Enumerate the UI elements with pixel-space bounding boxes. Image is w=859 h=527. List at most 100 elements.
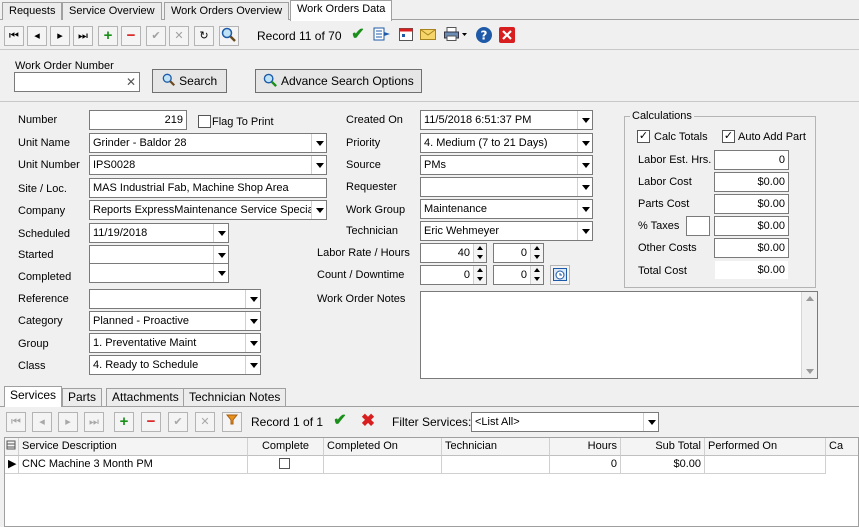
search-button[interactable]: Search [152,69,227,93]
category-select[interactable]: Planned - Proactive [89,311,261,331]
chevron-down-icon[interactable] [311,156,326,174]
chevron-down-icon[interactable] [643,413,658,431]
tab-services[interactable]: Services [4,386,63,407]
clear-icon[interactable]: ✕ [126,73,136,91]
company-select[interactable]: Reports ExpressMaintenance Service Speci… [89,200,327,220]
parts-cost-field[interactable]: $0.00 [714,194,789,214]
reference-select[interactable] [89,289,261,309]
tab-service-overview[interactable]: Service Overview [62,2,162,20]
spinner-arrows-icon[interactable] [473,244,486,262]
work-order-notes-textarea[interactable] [420,291,818,379]
flag-to-print-checkbox[interactable] [198,115,211,128]
started-date-picker[interactable] [89,245,229,265]
chevron-down-icon[interactable] [245,312,260,330]
cell-hours[interactable]: 0 [550,456,621,474]
col-hours[interactable]: Hours [550,438,621,456]
taxes-percent-field[interactable] [686,216,710,236]
notes-scrollbar[interactable] [801,292,817,378]
chevron-down-icon[interactable] [245,334,260,352]
class-select[interactable]: 4. Ready to Schedule [89,355,261,375]
tab-parts[interactable]: Parts [62,388,103,406]
print-button[interactable] [442,26,470,46]
cancel-record-button[interactable]: ✕ [169,26,189,46]
chevron-down-icon[interactable] [577,222,592,240]
source-select[interactable]: PMs [420,155,593,175]
close-button[interactable] [497,26,517,46]
col-ca[interactable]: Ca [826,438,858,456]
services-cancel-button[interactable]: ✕ [195,412,215,432]
requester-select[interactable] [420,177,593,197]
site-field[interactable]: MAS Industrial Fab, Machine Shop Area [89,178,327,198]
first-record-button[interactable]: ⏮ [4,26,24,46]
chevron-down-icon[interactable] [311,134,326,152]
services-next-button[interactable]: ▸ [58,412,78,432]
cell-sub-total[interactable]: $0.00 [621,456,705,474]
chevron-down-icon[interactable] [577,178,592,196]
chevron-down-icon[interactable] [245,290,260,308]
unit-number-select[interactable]: IPS0028 [89,155,327,175]
cell-performed-on[interactable] [705,456,826,474]
downtime-calculator-button[interactable] [550,265,570,285]
col-complete[interactable]: Complete [248,438,324,456]
spinner-arrows-icon[interactable] [473,266,486,284]
save-record-button[interactable]: ✔ [146,26,166,46]
work-group-select[interactable]: Maintenance [420,199,593,219]
priority-select[interactable]: 4. Medium (7 to 21 Days) [420,133,593,153]
services-approve-button[interactable]: ✔ [330,412,350,432]
email-button[interactable] [418,26,438,46]
tab-requests[interactable]: Requests [2,2,63,20]
tab-work-orders-overview[interactable]: Work Orders Overview [164,2,290,20]
approve-button[interactable]: ✔ [348,26,368,46]
count-stepper[interactable]: 0 [420,265,487,285]
labor-hours-stepper[interactable]: 0 [493,243,544,263]
find-button[interactable] [219,26,239,46]
cell-completed-on[interactable] [324,456,442,474]
next-record-button[interactable]: ▸ [50,26,70,46]
chevron-down-icon[interactable] [577,134,592,152]
col-sub-total[interactable]: Sub Total [621,438,705,456]
services-last-button[interactable]: ⏭ [84,412,104,432]
services-first-button[interactable]: ⏮ [6,412,26,432]
chevron-down-icon[interactable] [577,200,592,218]
labor-rate-stepper[interactable]: 40 [420,243,487,263]
col-performed-on[interactable]: Performed On [705,438,826,456]
row-indicator[interactable]: ▶ [5,456,19,474]
created-on-picker[interactable]: 11/5/2018 6:51:37 PM [420,110,593,130]
cell-technician[interactable] [442,456,550,474]
auto-add-part-checkbox[interactable]: ✓ [722,130,735,143]
cell-complete[interactable] [248,456,324,474]
prev-record-button[interactable]: ◂ [27,26,47,46]
services-save-button[interactable]: ✔ [168,412,188,432]
chevron-down-icon[interactable] [577,111,592,129]
services-delete-button[interactable]: − [141,412,161,432]
scroll-up-icon[interactable] [806,296,814,301]
services-add-button[interactable]: + [114,412,134,432]
filter-services-select[interactable]: <List All> [471,412,659,432]
scroll-down-icon[interactable] [806,369,814,374]
work-order-number-input[interactable]: ✕ [14,72,140,92]
cell-service-description[interactable]: CNC Machine 3 Month PM [19,456,248,474]
tab-work-orders-data[interactable]: Work Orders Data [290,0,393,21]
chevron-down-icon[interactable] [213,246,228,264]
unit-name-select[interactable]: Grinder - Baldor 28 [89,133,327,153]
scheduled-date-picker[interactable]: 11/19/2018 [89,223,229,243]
delete-record-button[interactable]: − [121,26,141,46]
col-service-description[interactable]: Service Description [19,438,248,456]
transfer-button[interactable] [372,26,392,46]
calc-totals-checkbox[interactable]: ✓ [637,130,650,143]
technician-select[interactable]: Eric Wehmeyer [420,221,593,241]
services-reject-button[interactable]: ✖ [358,412,378,432]
completed-date-picker[interactable] [89,263,229,283]
labor-cost-field[interactable]: $0.00 [714,172,789,192]
refresh-button[interactable]: ↻ [194,26,214,46]
chevron-down-icon[interactable] [577,156,592,174]
complete-checkbox[interactable] [279,458,290,469]
last-record-button[interactable]: ⏭ [73,26,93,46]
tab-technician-notes[interactable]: Technician Notes [183,388,287,406]
chevron-down-icon[interactable] [213,224,228,242]
chevron-down-icon[interactable] [213,264,228,282]
tab-attachments[interactable]: Attachments [106,388,185,406]
services-prev-button[interactable]: ◂ [32,412,52,432]
services-filter-button[interactable] [222,412,242,432]
col-completed-on[interactable]: Completed On [324,438,442,456]
